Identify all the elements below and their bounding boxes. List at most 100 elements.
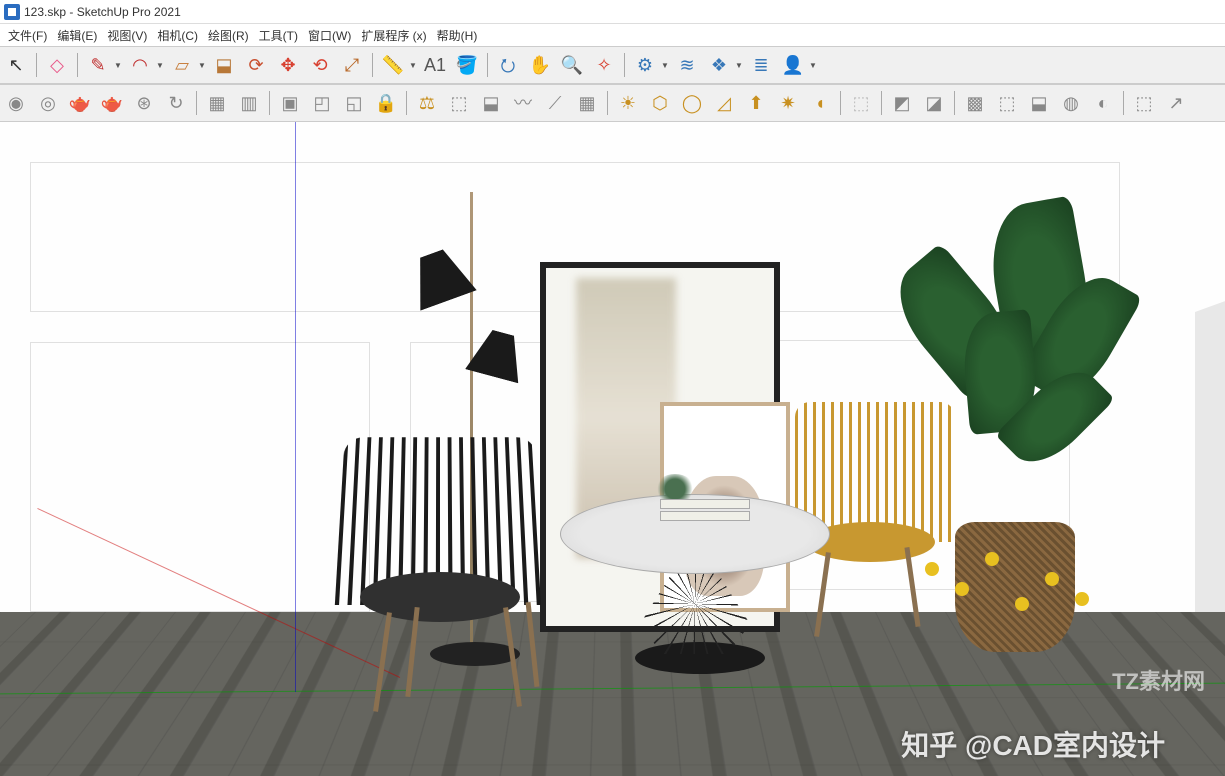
sun-3[interactable]: ◯ xyxy=(678,89,706,117)
frame-2[interactable]: ◰ xyxy=(308,89,336,117)
text-tool[interactable]: A1 xyxy=(421,51,449,79)
orbit-tool-icon: ⭮ xyxy=(500,56,515,74)
rectangle-tool-dropdown[interactable]: ▼ xyxy=(198,61,206,70)
tape-tool-dropdown[interactable]: ▼ xyxy=(409,61,417,70)
eraser-tool[interactable]: ◇ xyxy=(43,51,71,79)
warehouse-tool-dropdown[interactable]: ▼ xyxy=(661,61,669,70)
title-bar: 123.skp - SketchUp Pro 2021 xyxy=(0,0,1225,24)
axis-blue xyxy=(295,122,296,692)
zoom-extents-tool[interactable]: ✧ xyxy=(590,51,618,79)
text-tool-icon: A1 xyxy=(424,56,446,74)
arc-tool[interactable]: ◠ xyxy=(126,51,154,79)
sun-2[interactable]: ⬡ xyxy=(646,89,674,117)
watermark-zhihu: 知乎 @CAD室内设计 xyxy=(901,724,1165,764)
line-tool-dropdown[interactable]: ▼ xyxy=(114,61,122,70)
tape-tool[interactable]: 📏 xyxy=(379,51,407,79)
user-tool[interactable]: 👤 xyxy=(779,51,807,79)
menu-edit[interactable]: 编辑(E) xyxy=(53,25,101,46)
sun-6-icon: ✷ xyxy=(780,94,795,112)
sun-4[interactable]: ◿ xyxy=(710,89,738,117)
fredo-5[interactable]: ⟋ xyxy=(541,89,569,117)
model-viewport[interactable]: TZ素材网 知乎 @CAD室内设计 xyxy=(0,122,1225,776)
menu-file[interactable]: 文件(F) xyxy=(4,25,51,46)
sun-5[interactable]: ⬆ xyxy=(742,89,770,117)
move-tool[interactable]: ✥ xyxy=(274,51,302,79)
fredo-5-icon: ⟋ xyxy=(549,94,562,112)
render-2-icon: ⬚ xyxy=(998,94,1015,112)
pan-tool-icon: ✋ xyxy=(529,56,551,74)
pushpull-tool-icon: ⬓ xyxy=(215,56,232,74)
arc-tool-dropdown[interactable]: ▼ xyxy=(156,61,164,70)
section-1[interactable]: ▦ xyxy=(203,89,231,117)
render-2[interactable]: ⬚ xyxy=(993,89,1021,117)
rotate-tool[interactable]: ⟲ xyxy=(306,51,334,79)
teapot-1[interactable]: 🫖 xyxy=(66,89,94,117)
menu-tools[interactable]: 工具(T) xyxy=(255,25,302,46)
sun-7[interactable]: ◖ xyxy=(806,89,834,117)
fredo-2-icon: ⬚ xyxy=(450,94,467,112)
menu-help[interactable]: 帮助(H) xyxy=(433,25,482,46)
orbit-tool[interactable]: ⭮ xyxy=(494,51,522,79)
fredo-4[interactable]: 〰 xyxy=(509,89,537,117)
section-2[interactable]: ▥ xyxy=(235,89,263,117)
section-1-icon: ▦ xyxy=(208,94,225,112)
render-3[interactable]: ⬓ xyxy=(1025,89,1053,117)
style-2[interactable]: ◪ xyxy=(920,89,948,117)
line-tool[interactable]: ✎ xyxy=(84,51,112,79)
rectangle-tool[interactable]: ▱ xyxy=(168,51,196,79)
enscape-2-dropdown[interactable]: ▼ xyxy=(735,61,743,70)
teapot-2[interactable]: 🫖 xyxy=(98,89,126,117)
offset-tool[interactable]: ⟳ xyxy=(242,51,270,79)
render-5[interactable]: ◐ xyxy=(1089,89,1117,117)
teapot-3[interactable]: ⊛ xyxy=(130,89,158,117)
sun-7-icon: ◖ xyxy=(815,94,826,112)
render-4[interactable]: ◍ xyxy=(1057,89,1085,117)
sun-1[interactable]: ☀ xyxy=(614,89,642,117)
offset-tool-icon: ⟳ xyxy=(248,56,263,74)
fredo-6-icon: ▦ xyxy=(578,94,595,112)
enscape-2[interactable]: ❖ xyxy=(705,51,733,79)
zoom-tool[interactable]: 🔍 xyxy=(558,51,586,79)
fredo-1[interactable]: ⚖ xyxy=(413,89,441,117)
sun-6[interactable]: ✷ xyxy=(774,89,802,117)
fredo-6[interactable]: ▦ xyxy=(573,89,601,117)
select-tool[interactable]: ↖ xyxy=(2,51,30,79)
cube-wire-icon: ⬚ xyxy=(852,94,869,112)
frame-2-icon: ◰ xyxy=(313,94,330,112)
enscape-1[interactable]: ≋ xyxy=(673,51,701,79)
frame-lock[interactable]: 🔒 xyxy=(372,89,400,117)
enscape-3[interactable]: ≣ xyxy=(747,51,775,79)
render-1[interactable]: ▩ xyxy=(961,89,989,117)
frame-1[interactable]: ▣ xyxy=(276,89,304,117)
pushpull-tool[interactable]: ⬓ xyxy=(210,51,238,79)
cube-wire[interactable]: ⬚ xyxy=(847,89,875,117)
user-tool-icon: 👤 xyxy=(782,56,804,74)
fredo-3[interactable]: ⬓ xyxy=(477,89,505,117)
menu-draw[interactable]: 绘图(R) xyxy=(204,25,253,46)
vray-interactive[interactable]: ◎ xyxy=(34,89,62,117)
style-1[interactable]: ◩ xyxy=(888,89,916,117)
vray-render-icon: ◉ xyxy=(8,94,24,112)
book xyxy=(660,511,750,521)
fredo-2[interactable]: ⬚ xyxy=(445,89,473,117)
menu-view[interactable]: 视图(V) xyxy=(103,25,151,46)
menu-camera[interactable]: 相机(C) xyxy=(153,25,202,46)
extra-2[interactable]: ↗ xyxy=(1162,89,1190,117)
vray-render[interactable]: ◉ xyxy=(2,89,30,117)
scale-tool[interactable]: ⤢ xyxy=(338,51,366,79)
menu-extensions[interactable]: 扩展程序 (x) xyxy=(357,25,430,46)
extra-1[interactable]: ⬚ xyxy=(1130,89,1158,117)
toolbar-separator xyxy=(1123,91,1124,115)
sun-1-icon: ☀ xyxy=(620,94,636,112)
style-1-icon: ◩ xyxy=(893,94,910,112)
pan-tool[interactable]: ✋ xyxy=(526,51,554,79)
menu-window[interactable]: 窗口(W) xyxy=(304,25,355,46)
section-2-icon: ▥ xyxy=(240,94,257,112)
frame-3[interactable]: ◱ xyxy=(340,89,368,117)
toolbar-separator xyxy=(372,53,373,77)
teapot-4[interactable]: ↻ xyxy=(162,89,190,117)
wall-panel xyxy=(30,342,370,612)
paint-tool[interactable]: 🪣 xyxy=(453,51,481,79)
user-tool-dropdown[interactable]: ▼ xyxy=(809,61,817,70)
warehouse-tool[interactable]: ⚙ xyxy=(631,51,659,79)
